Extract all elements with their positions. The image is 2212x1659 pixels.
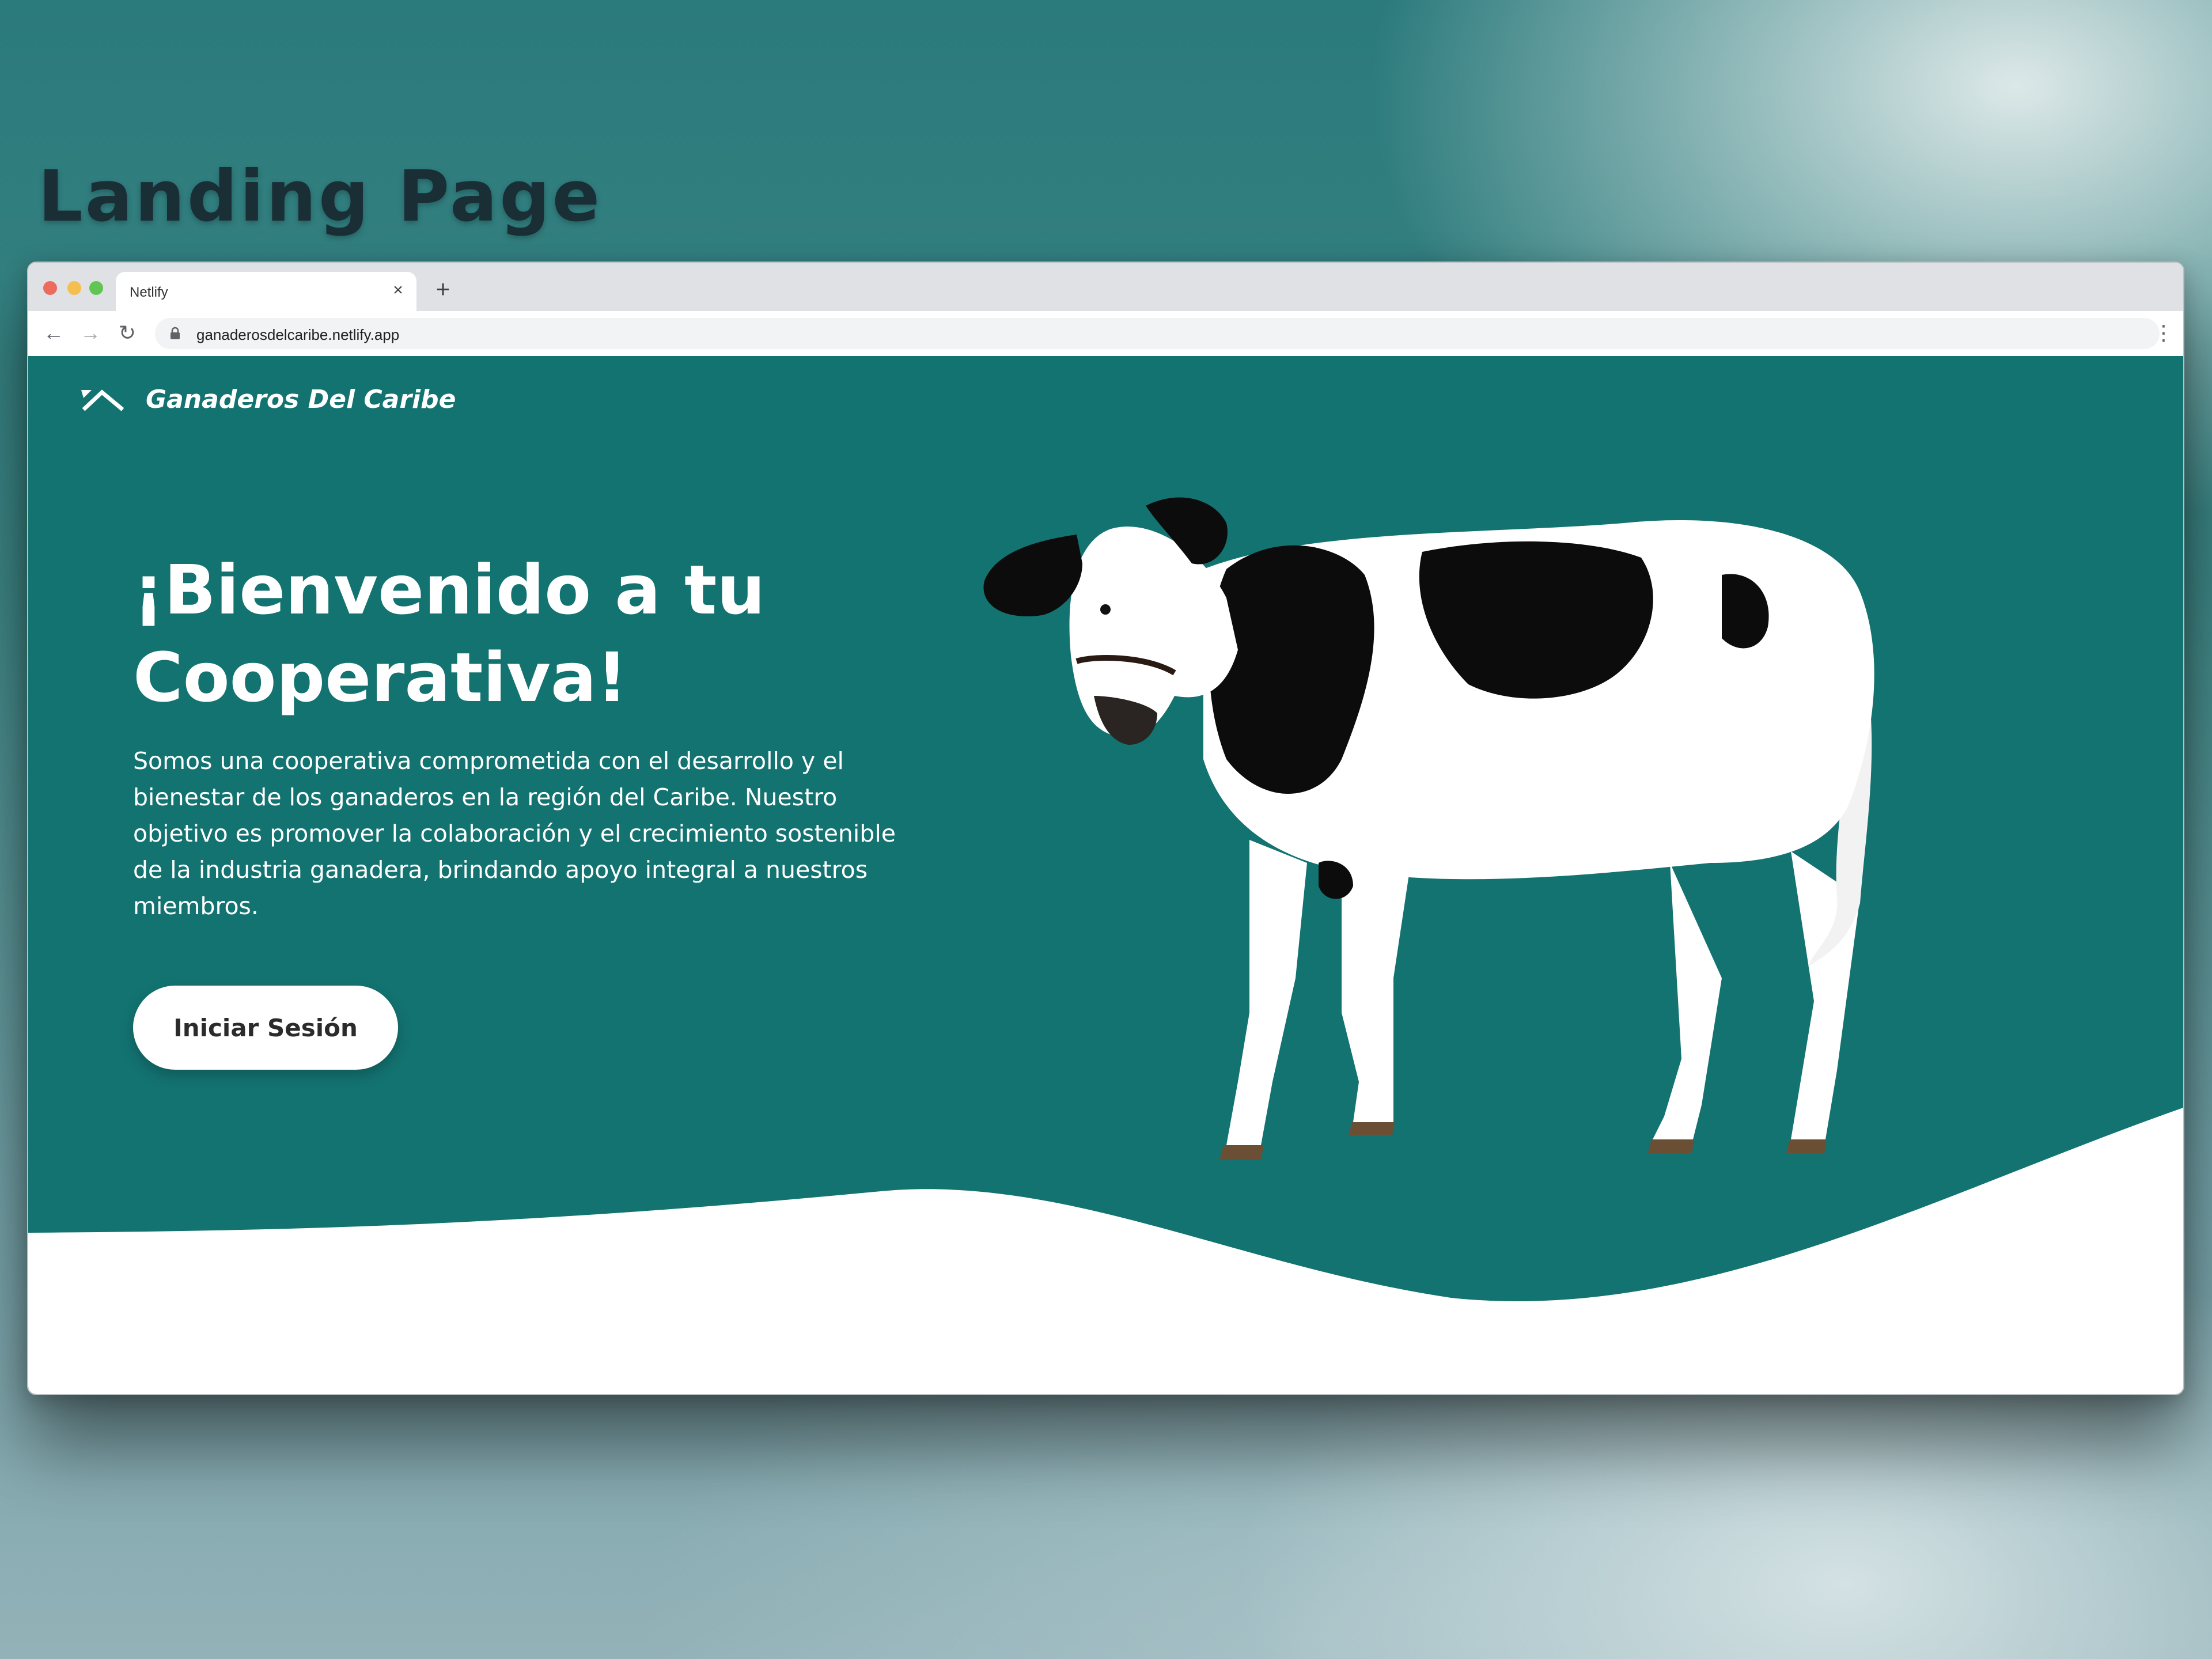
- page-heading: Landing Page: [38, 156, 603, 237]
- hero-title: ¡Bienvenido a tu Cooperativa!: [133, 550, 766, 717]
- address-bar[interactable]: ganaderosdelcaribe.netlify.app: [155, 318, 2160, 349]
- reload-icon[interactable]: ↻: [116, 321, 139, 344]
- holstein-cow-image: [983, 497, 1874, 1160]
- browser-tab[interactable]: Netlify ×: [116, 272, 416, 311]
- maximize-window-button[interactable]: [89, 281, 103, 295]
- page-viewport: Ganaderos Del Caribe ¡Bienvenido a tu Co…: [28, 356, 2183, 1394]
- more-vert-icon[interactable]: ⋮: [2153, 321, 2174, 344]
- browser-toolbar: ← → ↻ ganaderosdelcaribe.netlify.app ⋮: [28, 311, 2183, 357]
- login-button[interactable]: Iniciar Sesión: [133, 986, 398, 1070]
- site-logo[interactable]: Ganaderos Del Caribe: [80, 379, 456, 419]
- lock-icon: [171, 327, 180, 339]
- close-icon[interactable]: ×: [389, 281, 407, 300]
- forward-arrow-icon[interactable]: →: [79, 321, 102, 344]
- back-arrow-icon[interactable]: ←: [42, 321, 65, 344]
- hero-description: Somos una cooperativa comprometida con e…: [133, 747, 896, 920]
- url-text: ganaderosdelcaribe.netlify.app: [196, 326, 400, 343]
- chevron-logo-icon: [81, 389, 124, 411]
- minimize-window-button[interactable]: [67, 281, 81, 295]
- close-window-button[interactable]: [43, 281, 57, 295]
- plus-icon[interactable]: +: [431, 277, 454, 301]
- tab-bar: Netlify × +: [28, 263, 2183, 311]
- brand-name: Ganaderos Del Caribe: [146, 384, 456, 414]
- tab-title: Netlify: [130, 285, 168, 300]
- browser-window: Netlify × + ← → ↻ ganaderosdelcaribe.net…: [27, 262, 2184, 1395]
